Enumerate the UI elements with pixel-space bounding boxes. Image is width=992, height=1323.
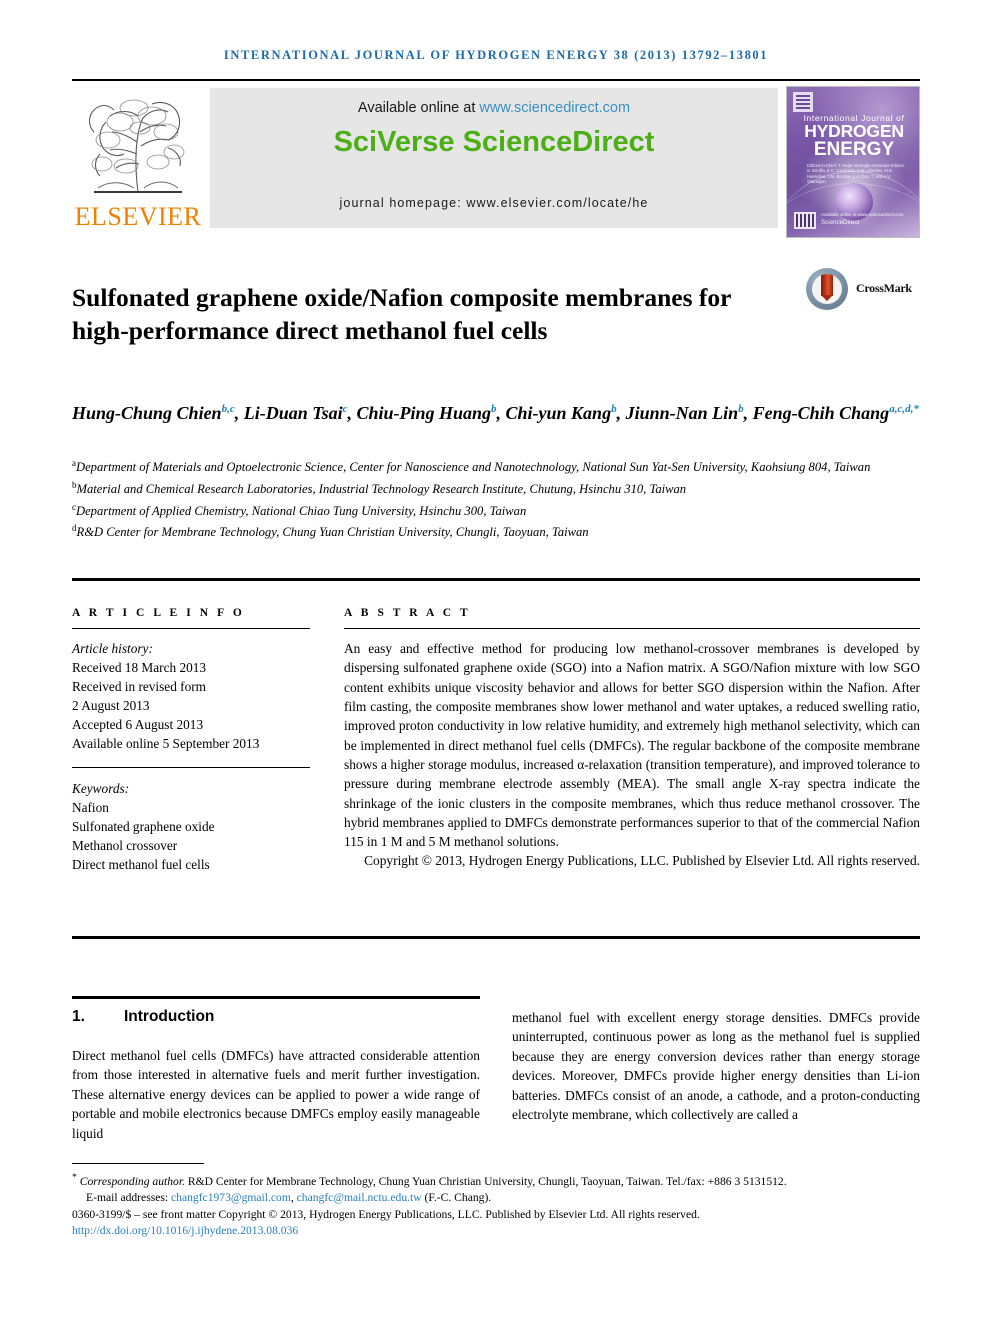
footnote-rule <box>72 1163 204 1165</box>
corresponding-author-note: * Corresponding author. R&D Center for M… <box>72 1170 920 1190</box>
masthead: ELSEVIER Available online at www.science… <box>72 86 920 238</box>
keywords-label: Keywords: <box>72 781 130 797</box>
header-rule <box>72 79 920 81</box>
cover-elsevier-mark-icon <box>793 92 813 112</box>
author-name: Hung-Chung Chien <box>72 403 222 423</box>
article-history-label: Article history: <box>72 641 153 657</box>
doi-link[interactable]: http://dx.doi.org/10.1016/j.ijhydene.201… <box>72 1223 920 1239</box>
journal-cover-thumbnail: International Journal of HYDROGEN ENERGY… <box>786 86 920 238</box>
abstract-rule <box>344 628 920 630</box>
affiliation-text: Department of Materials and Optoelectron… <box>76 460 871 475</box>
author-affiliation-mark: a,c,d,* <box>889 403 919 415</box>
cover-title-line1: HYDROGEN <box>804 121 904 141</box>
cover-title-line2: ENERGY <box>813 139 895 160</box>
history-item: 2 August 2013 <box>72 698 150 714</box>
crossmark-badge[interactable]: CrossMark <box>806 268 920 310</box>
cover-footer-mark-icon <box>794 212 816 229</box>
info-bottom-rule <box>72 936 920 939</box>
sciencedirect-banner: Available online at www.sciencedirect.co… <box>210 88 778 228</box>
cover-editors: Editors-in-Chief: T. Nejat Veziroglu Ass… <box>807 163 906 185</box>
keywords-rule <box>72 767 310 769</box>
article-info-rule <box>72 628 310 630</box>
keyword-item: Nafion <box>72 800 109 816</box>
history-item: Accepted 6 August 2013 <box>72 717 204 733</box>
author-affiliation-mark: b <box>738 403 744 415</box>
article-info-label: A R T I C L E I N F O <box>72 607 245 619</box>
author-affiliation-mark: b,c <box>221 403 235 415</box>
abstract-body: An easy and effective method for produci… <box>344 641 920 850</box>
cover-footer-brand: Available online at www.sciencedirect.co… <box>821 211 915 227</box>
sciverse-sciencedirect-wordmark: SciVerse ScienceDirect <box>333 126 655 158</box>
article-history-block: Article history: Received 18 March 2013 … <box>72 639 310 753</box>
issn-copyright-line: 0360-3199/$ – see front matter Copyright… <box>72 1208 700 1222</box>
author-affiliation-mark: b <box>491 403 497 415</box>
email-link-secondary[interactable]: changfc@mail.nctu.edu.tw <box>297 1191 422 1204</box>
author-list: Hung-Chung Chienb,c, Li-Duan Tsaic, Chiu… <box>72 403 919 423</box>
crossmark-inner <box>812 274 842 304</box>
author-affiliation-mark: c <box>342 403 348 415</box>
corresponding-author-details: R&D Center for Membrane Technology, Chun… <box>184 1174 787 1188</box>
available-online-line: Available online at www.sciencedirect.co… <box>210 100 778 116</box>
keyword-item: Methanol crossover <box>72 838 178 854</box>
keywords-block: Keywords: Nafion Sulfonated graphene oxi… <box>72 779 310 874</box>
introduction-column-right: methanol fuel with excellent energy stor… <box>512 1010 920 1123</box>
article-info-section: A R T I C L E I N F O Article history: R… <box>72 607 310 874</box>
history-item: Available online 5 September 2013 <box>72 736 260 752</box>
page-title: Sulfonated graphene oxide/Nafion composi… <box>72 283 731 346</box>
email-line: E-mail addresses: changfc1973@gmail.com,… <box>86 1191 492 1205</box>
keyword-item: Direct methanol fuel cells <box>72 857 210 873</box>
corresponding-marker: * <box>72 1172 77 1183</box>
email-label: E-mail addresses: <box>86 1191 169 1205</box>
elsevier-wordmark: ELSEVIER <box>74 202 202 231</box>
journal-homepage-line[interactable]: journal homepage: www.elsevier.com/locat… <box>210 196 778 210</box>
info-top-rule <box>72 578 920 581</box>
author-name: Jiunn-Nan Lin <box>625 403 739 423</box>
introduction-rule <box>72 996 480 999</box>
affiliation-item: aDepartment of Materials and Optoelectro… <box>72 455 892 477</box>
page-footer: * Corresponding author. R&D Center for M… <box>72 1170 920 1240</box>
affiliation-list: aDepartment of Materials and Optoelectro… <box>72 455 892 542</box>
sciencedirect-link[interactable]: www.sciencedirect.com <box>479 100 630 116</box>
keyword-item: Sulfonated graphene oxide <box>72 819 215 835</box>
history-item: Received 18 March 2013 <box>72 660 207 676</box>
affiliation-text: Material and Chemical Research Laborator… <box>76 481 687 496</box>
affiliation-item: cDepartment of Applied Chemistry, Nation… <box>72 499 892 521</box>
introduction-column-left: Direct methanol fuel cells (DMFCs) have … <box>72 1048 480 1141</box>
available-online-prefix: Available online at <box>357 100 480 116</box>
affiliation-text: R&D Center for Membrane Technology, Chun… <box>76 525 589 540</box>
journal-article-page: International Journal of Hydrogen Energy… <box>0 0 992 1323</box>
affiliation-item: dR&D Center for Membrane Technology, Chu… <box>72 520 892 542</box>
email-owner: (F.-C. Chang). <box>421 1191 492 1205</box>
author-name: Chiu-Ping Huang <box>356 403 492 423</box>
corresponding-author-label: Corresponding author. <box>79 1174 185 1188</box>
author-name: Feng-Chih Chang <box>752 403 890 423</box>
author-affiliation-mark: b <box>611 403 617 415</box>
section-title: Introduction <box>124 1008 215 1025</box>
running-head: International Journal of Hydrogen Energy… <box>223 48 769 62</box>
crossmark-ribbon-icon <box>821 274 833 301</box>
elsevier-logo: ELSEVIER <box>72 86 204 238</box>
email-link-primary[interactable]: changfc1973@gmail.com <box>171 1191 291 1204</box>
cover-footer-tiny: Available online at www.sciencedirect.co… <box>821 212 904 217</box>
abstract-section: A B S T R A C T An easy and effective me… <box>344 607 920 871</box>
crossmark-icon <box>806 268 848 310</box>
introduction-heading: 1. Introduction <box>72 1008 480 1026</box>
author-name: Chi-yun Kang <box>505 403 612 423</box>
affiliation-text: Department of Applied Chemistry, Nationa… <box>76 503 527 518</box>
author-name: Li-Duan Tsai <box>243 403 343 423</box>
abstract-label: A B S T R A C T <box>344 607 471 619</box>
section-number: 1. <box>72 1008 85 1025</box>
abstract-copyright: Copyright © 2013, Hydrogen Energy Public… <box>364 853 920 869</box>
elsevier-tree-icon <box>88 99 185 193</box>
affiliation-item: bMaterial and Chemical Research Laborato… <box>72 477 892 499</box>
cover-footer-sciencedirect: ScienceDirect <box>821 219 860 226</box>
crossmark-label: CrossMark <box>856 281 912 295</box>
history-item: Received in revised form <box>72 679 207 695</box>
